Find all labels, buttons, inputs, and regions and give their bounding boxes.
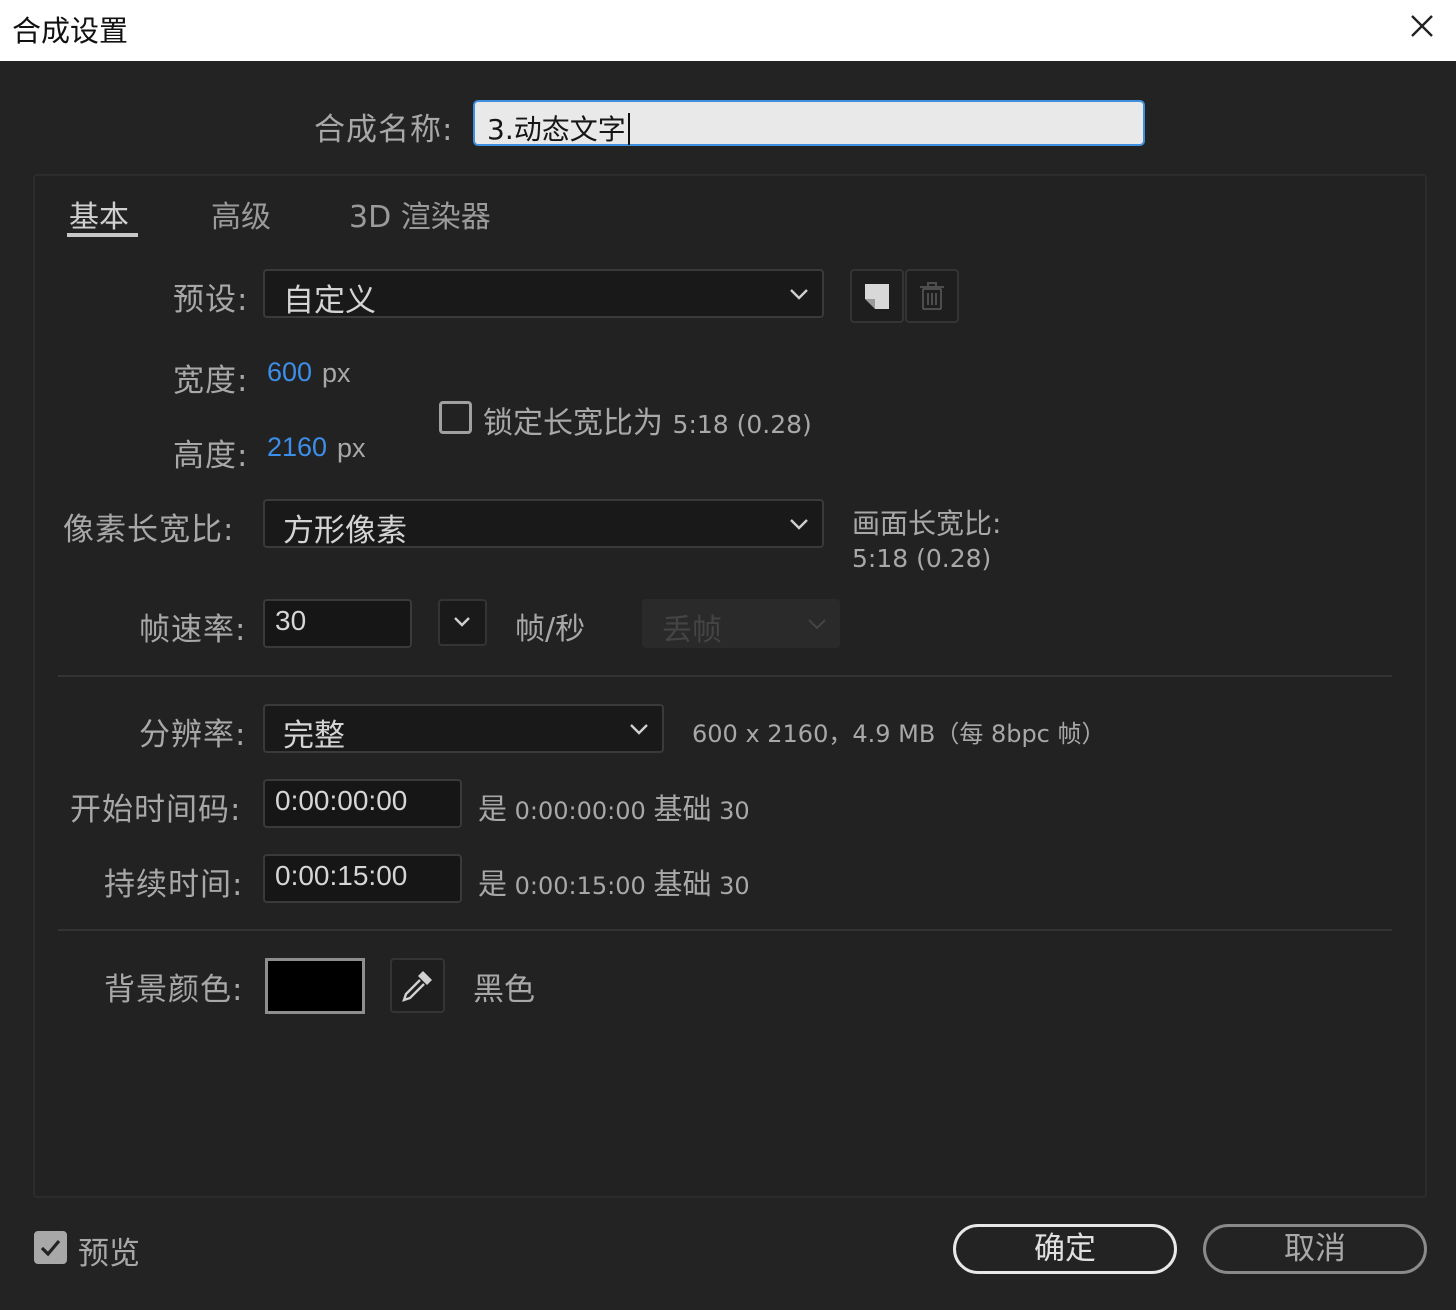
resolution-value: 完整: [283, 718, 345, 754]
preview-label: 预览: [78, 1236, 140, 1272]
lock-aspect-label-wrap: 锁定长宽比为 5:18 (0.28): [483, 398, 812, 442]
background-color-swatch[interactable]: [265, 958, 365, 1014]
start-timecode-input[interactable]: 0:00:00:00: [263, 779, 462, 828]
frame-rate-unit: 帧/秒: [515, 612, 586, 647]
height-unit: px: [337, 433, 366, 463]
checkmark-icon: [40, 1239, 61, 1257]
new-preset-icon: [865, 284, 889, 309]
preview-checkbox[interactable]: [34, 1231, 67, 1264]
pixel-aspect-label: 像素长宽比:: [63, 512, 235, 548]
section-divider: [58, 929, 1392, 931]
width-label: 宽度:: [173, 363, 249, 399]
preset-dropdown[interactable]: 自定义: [263, 269, 824, 319]
is-label: 是: [478, 867, 508, 901]
lock-aspect-label: 锁定长宽比为: [483, 406, 663, 441]
start-timecode-info: 是 0:00:00:00 基础 30: [478, 786, 750, 828]
chevron-down-icon: [808, 619, 826, 630]
start-timecode-value: 0:00:00:00: [275, 785, 408, 816]
chevron-down-icon: [790, 289, 808, 300]
resolution-label: 分辨率:: [139, 717, 247, 753]
preset-value: 自定义: [283, 283, 376, 319]
width-unit: px: [322, 358, 351, 388]
base-label: 基础: [653, 867, 712, 901]
window-title: 合成设置: [12, 14, 129, 48]
background-color-name: 黑色: [473, 972, 535, 1008]
comp-name-value: 3.动态文字: [487, 113, 626, 146]
drop-frame-dropdown: 丢帧: [642, 599, 840, 648]
frame-rate-value: 30: [275, 605, 307, 636]
height-value[interactable]: 2160: [267, 432, 327, 463]
frame-aspect-value: 5:18 (0.28): [852, 544, 992, 573]
comp-name-input[interactable]: 3.动态文字: [473, 100, 1145, 146]
frame-rate-input[interactable]: 30: [263, 599, 412, 648]
title-bar: 合成设置: [0, 0, 1456, 61]
frame-aspect-label: 画面长宽比:: [852, 507, 1002, 540]
tab-3d-renderer[interactable]: 3D 渲染器: [349, 192, 491, 236]
frame-rate-label: 帧速率:: [139, 612, 247, 648]
section-divider: [58, 675, 1392, 677]
is-label: 是: [478, 792, 508, 826]
base-label: 基础: [653, 792, 712, 826]
height-label: 高度:: [173, 438, 249, 474]
close-icon[interactable]: [1400, 4, 1444, 48]
text-caret: [627, 113, 630, 145]
chevron-down-icon: [454, 617, 470, 627]
lock-aspect-ratio: 5:18 (0.28): [672, 410, 812, 439]
preset-label: 预设:: [173, 282, 249, 318]
duration-info: 是 0:00:15:00 基础 30: [478, 861, 750, 903]
width-value[interactable]: 600: [267, 357, 312, 388]
resolution-dropdown[interactable]: 完整: [263, 704, 664, 754]
duration-base-value: 30: [719, 872, 750, 900]
drop-frame-label: 丢帧: [662, 613, 722, 648]
pixel-aspect-dropdown[interactable]: 方形像素: [263, 499, 824, 549]
settings-panel: [33, 174, 1427, 1198]
start-timecode-is-value: 0:00:00:00: [514, 797, 646, 825]
duration-is-value: 0:00:15:00: [514, 872, 646, 900]
resolution-info: 600 x 2160，4.9 MB（每 8bpc 帧）: [692, 720, 1106, 748]
duration-input[interactable]: 0:00:15:00: [263, 854, 462, 903]
eyedropper-button[interactable]: [390, 958, 445, 1013]
chevron-down-icon: [630, 724, 648, 735]
comp-name-label: 合成名称:: [314, 112, 454, 148]
pixel-aspect-value: 方形像素: [283, 513, 407, 549]
tab-basic[interactable]: 基本: [69, 192, 129, 236]
background-color-label: 背景颜色:: [104, 972, 244, 1008]
tab-advanced[interactable]: 高级: [211, 192, 271, 236]
start-timecode-label: 开始时间码:: [70, 792, 242, 828]
start-timecode-base-value: 30: [719, 797, 750, 825]
ok-button[interactable]: 确定: [953, 1224, 1177, 1274]
chevron-down-icon: [790, 519, 808, 530]
duration-label: 持续时间:: [104, 867, 244, 903]
duration-value: 0:00:15:00: [275, 860, 408, 891]
save-preset-button[interactable]: [850, 269, 904, 323]
cancel-button[interactable]: 取消: [1203, 1224, 1427, 1274]
eyedropper-icon: [402, 971, 432, 1002]
lock-aspect-checkbox[interactable]: [439, 401, 472, 434]
delete-preset-button[interactable]: [905, 269, 959, 323]
trash-icon: [920, 282, 944, 310]
frame-rate-dropdown-button[interactable]: [438, 599, 487, 646]
active-tab-indicator: [67, 233, 138, 237]
